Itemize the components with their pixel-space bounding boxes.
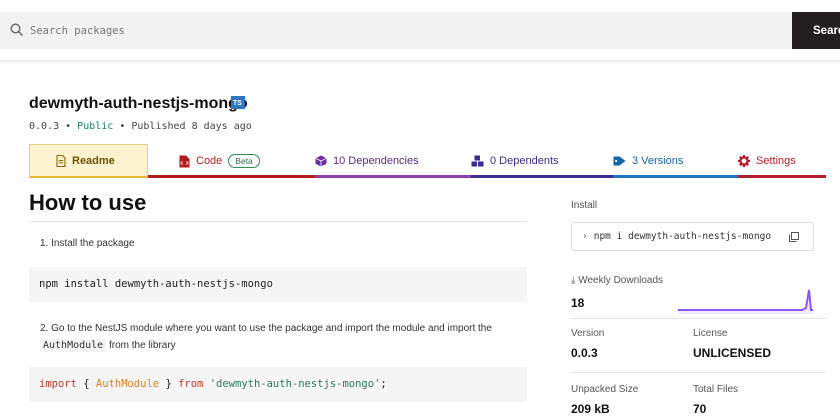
beta-badge: Beta — [228, 154, 260, 168]
version-value: 0.0.3 — [571, 346, 598, 360]
package-visibility: Public — [77, 121, 114, 132]
license-label: License — [693, 328, 728, 339]
weekly-downloads-text: Weekly Downloads — [578, 275, 664, 286]
license-value: UNLICENSED — [693, 346, 772, 360]
package-tabs: Readme Code Beta 10 Dependencies 0 Depen… — [29, 144, 826, 178]
tab-readme-label: Readme — [72, 154, 115, 167]
code-punct: ; — [380, 378, 387, 390]
code-string: 'dewmyth-auth-nestjs-mongo' — [209, 378, 381, 390]
meta-separator: • — [59, 121, 78, 132]
search-input[interactable] — [30, 12, 780, 49]
heading-divider — [29, 221, 527, 222]
tab-dependencies-underline — [315, 175, 471, 178]
package-title: dewmyth-auth-nestjs-mongo — [29, 95, 248, 112]
file-code-icon — [179, 155, 190, 167]
step-2-text-end: from the library — [106, 340, 176, 351]
sidebar-divider — [571, 372, 826, 373]
boxes-icon — [471, 155, 484, 167]
tab-settings-underline — [738, 175, 826, 178]
install-command-box[interactable]: › npm i dewmyth-auth-nestjs-mongo — [571, 222, 814, 251]
tab-settings-label: Settings — [756, 155, 796, 167]
unpacked-size-value: 209 kB — [571, 402, 610, 416]
version-label: Version — [571, 328, 605, 339]
total-files-value: 70 — [693, 402, 707, 416]
tab-code-underline — [148, 175, 315, 178]
code-punct: { — [76, 378, 96, 390]
unpacked-size-label: Unpacked Size — [571, 384, 639, 395]
tab-dependencies-label: 10 Dependencies — [333, 155, 419, 167]
inline-code-authmodule: AuthModule — [40, 339, 107, 352]
search-bar: Search — [0, 12, 840, 49]
search-button[interactable]: Search — [792, 12, 840, 49]
prompt-chevron-icon: › — [582, 231, 588, 242]
code-keyword: from — [178, 378, 204, 390]
install-label: Install — [571, 200, 598, 211]
tab-dependents-underline — [471, 175, 613, 178]
gear-icon — [738, 155, 750, 167]
tag-icon — [613, 156, 626, 166]
tab-dependencies[interactable]: 10 Dependencies — [315, 144, 465, 178]
step-2-text: 2. Go to the NestJS module where you wan… — [40, 323, 492, 334]
install-command: npm i dewmyth-auth-nestjs-mongo — [593, 231, 772, 242]
box-icon — [315, 155, 327, 167]
downloads-sparkline — [678, 289, 813, 314]
code-block-install: npm install dewmyth-auth-nestjs-mongo — [29, 267, 527, 302]
weekly-downloads-label: ⤓ Weekly Downloads — [571, 275, 663, 286]
package-version: 0.0.3 — [29, 121, 60, 132]
step-2: 2. Go to the NestJS module where you wan… — [40, 320, 520, 354]
tab-settings[interactable]: Settings — [738, 144, 826, 178]
package-published: Published 8 days ago — [131, 121, 252, 132]
tab-code-label: Code — [196, 155, 223, 167]
step-1: 1. Install the package — [40, 238, 135, 249]
tab-versions-underline — [613, 175, 738, 178]
header-divider — [0, 60, 840, 64]
tab-versions[interactable]: 3 Versions — [613, 144, 723, 178]
search-icon — [10, 23, 24, 37]
copy-icon[interactable] — [789, 232, 799, 242]
package-meta: 0.0.3 • Public • Published 8 days ago — [29, 121, 252, 132]
document-icon — [56, 154, 66, 167]
tab-readme[interactable]: Readme — [29, 144, 148, 178]
tab-versions-label: 3 Versions — [632, 155, 684, 167]
code-keyword: import — [39, 378, 77, 390]
tab-dependents[interactable]: 0 Dependents — [471, 144, 601, 178]
total-files-label: Total Files — [693, 384, 739, 395]
tab-code[interactable]: Code Beta — [179, 144, 319, 178]
code-punct: } — [159, 378, 179, 390]
download-icon: ⤓ — [571, 275, 576, 286]
readme-heading: How to use — [29, 190, 147, 215]
code-block-import: import { AuthModule } from 'dewmyth-auth… — [29, 367, 527, 402]
typescript-badge-icon: TS — [231, 96, 245, 109]
tab-dependents-label: 0 Dependents — [490, 155, 559, 167]
sidebar-divider — [571, 318, 826, 319]
meta-separator: • — [113, 121, 132, 132]
weekly-downloads-value: 18 — [571, 296, 585, 310]
code-identifier: AuthModule — [95, 378, 160, 390]
